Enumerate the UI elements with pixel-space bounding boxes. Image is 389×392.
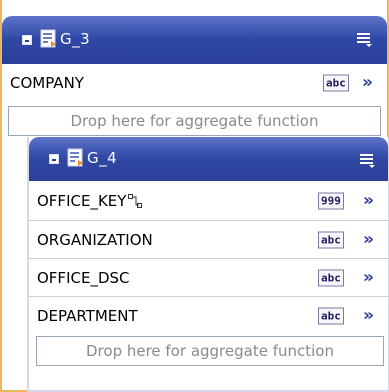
field-label-wrap: OFFICE_KEY	[37, 191, 143, 210]
group-g3-header: G_3	[2, 16, 387, 64]
aggregate-drop-zone[interactable]: Drop here for aggregate function	[36, 336, 384, 366]
type-badge-number: 999	[318, 192, 344, 209]
field-row-department[interactable]: DEPARTMENT abc »	[29, 296, 388, 335]
key-icon	[128, 193, 143, 208]
type-badge-text: abc	[323, 74, 349, 92]
aggregate-drop-zone[interactable]: Drop here for aggregate function	[8, 106, 381, 136]
group-title: G_4	[87, 149, 118, 167]
group-g4: G_4 OFFICE_KEY 999 » ORGANIZATION abc » …	[27, 137, 389, 392]
move-right-icon[interactable]: »	[362, 74, 373, 92]
type-badge-text: abc	[318, 307, 344, 325]
field-row-organization[interactable]: ORGANIZATION abc »	[29, 220, 388, 259]
collapse-minus-icon[interactable]	[49, 154, 59, 164]
field-label: ORGANIZATION	[37, 231, 153, 249]
field-label: OFFICE_DSC	[37, 269, 130, 287]
move-right-icon[interactable]: »	[363, 269, 374, 287]
group-g4-header: G_4	[29, 137, 388, 181]
field-label: DEPARTMENT	[37, 307, 138, 325]
move-right-icon[interactable]: »	[363, 307, 374, 325]
type-badge-text: abc	[318, 269, 344, 287]
type-badge-text: abc	[318, 231, 344, 249]
data-group-icon	[40, 29, 56, 48]
field-row-office-dsc[interactable]: OFFICE_DSC abc »	[29, 258, 388, 297]
move-right-icon[interactable]: »	[363, 231, 374, 249]
group-menu-icon[interactable]	[359, 151, 377, 169]
group-menu-icon[interactable]	[356, 30, 374, 48]
data-group-icon	[67, 148, 83, 167]
group-title: G_3	[60, 30, 91, 48]
field-row-office-key[interactable]: OFFICE_KEY 999 »	[29, 181, 388, 220]
collapse-minus-icon[interactable]	[22, 35, 32, 45]
move-right-icon[interactable]: »	[363, 192, 374, 209]
field-label: COMPANY	[10, 74, 84, 92]
group-g3: G_3 COMPANY abc » Drop here for aggregat…	[0, 0, 389, 392]
field-row-company[interactable]: COMPANY abc »	[2, 64, 387, 102]
field-label: OFFICE_KEY	[37, 191, 127, 210]
